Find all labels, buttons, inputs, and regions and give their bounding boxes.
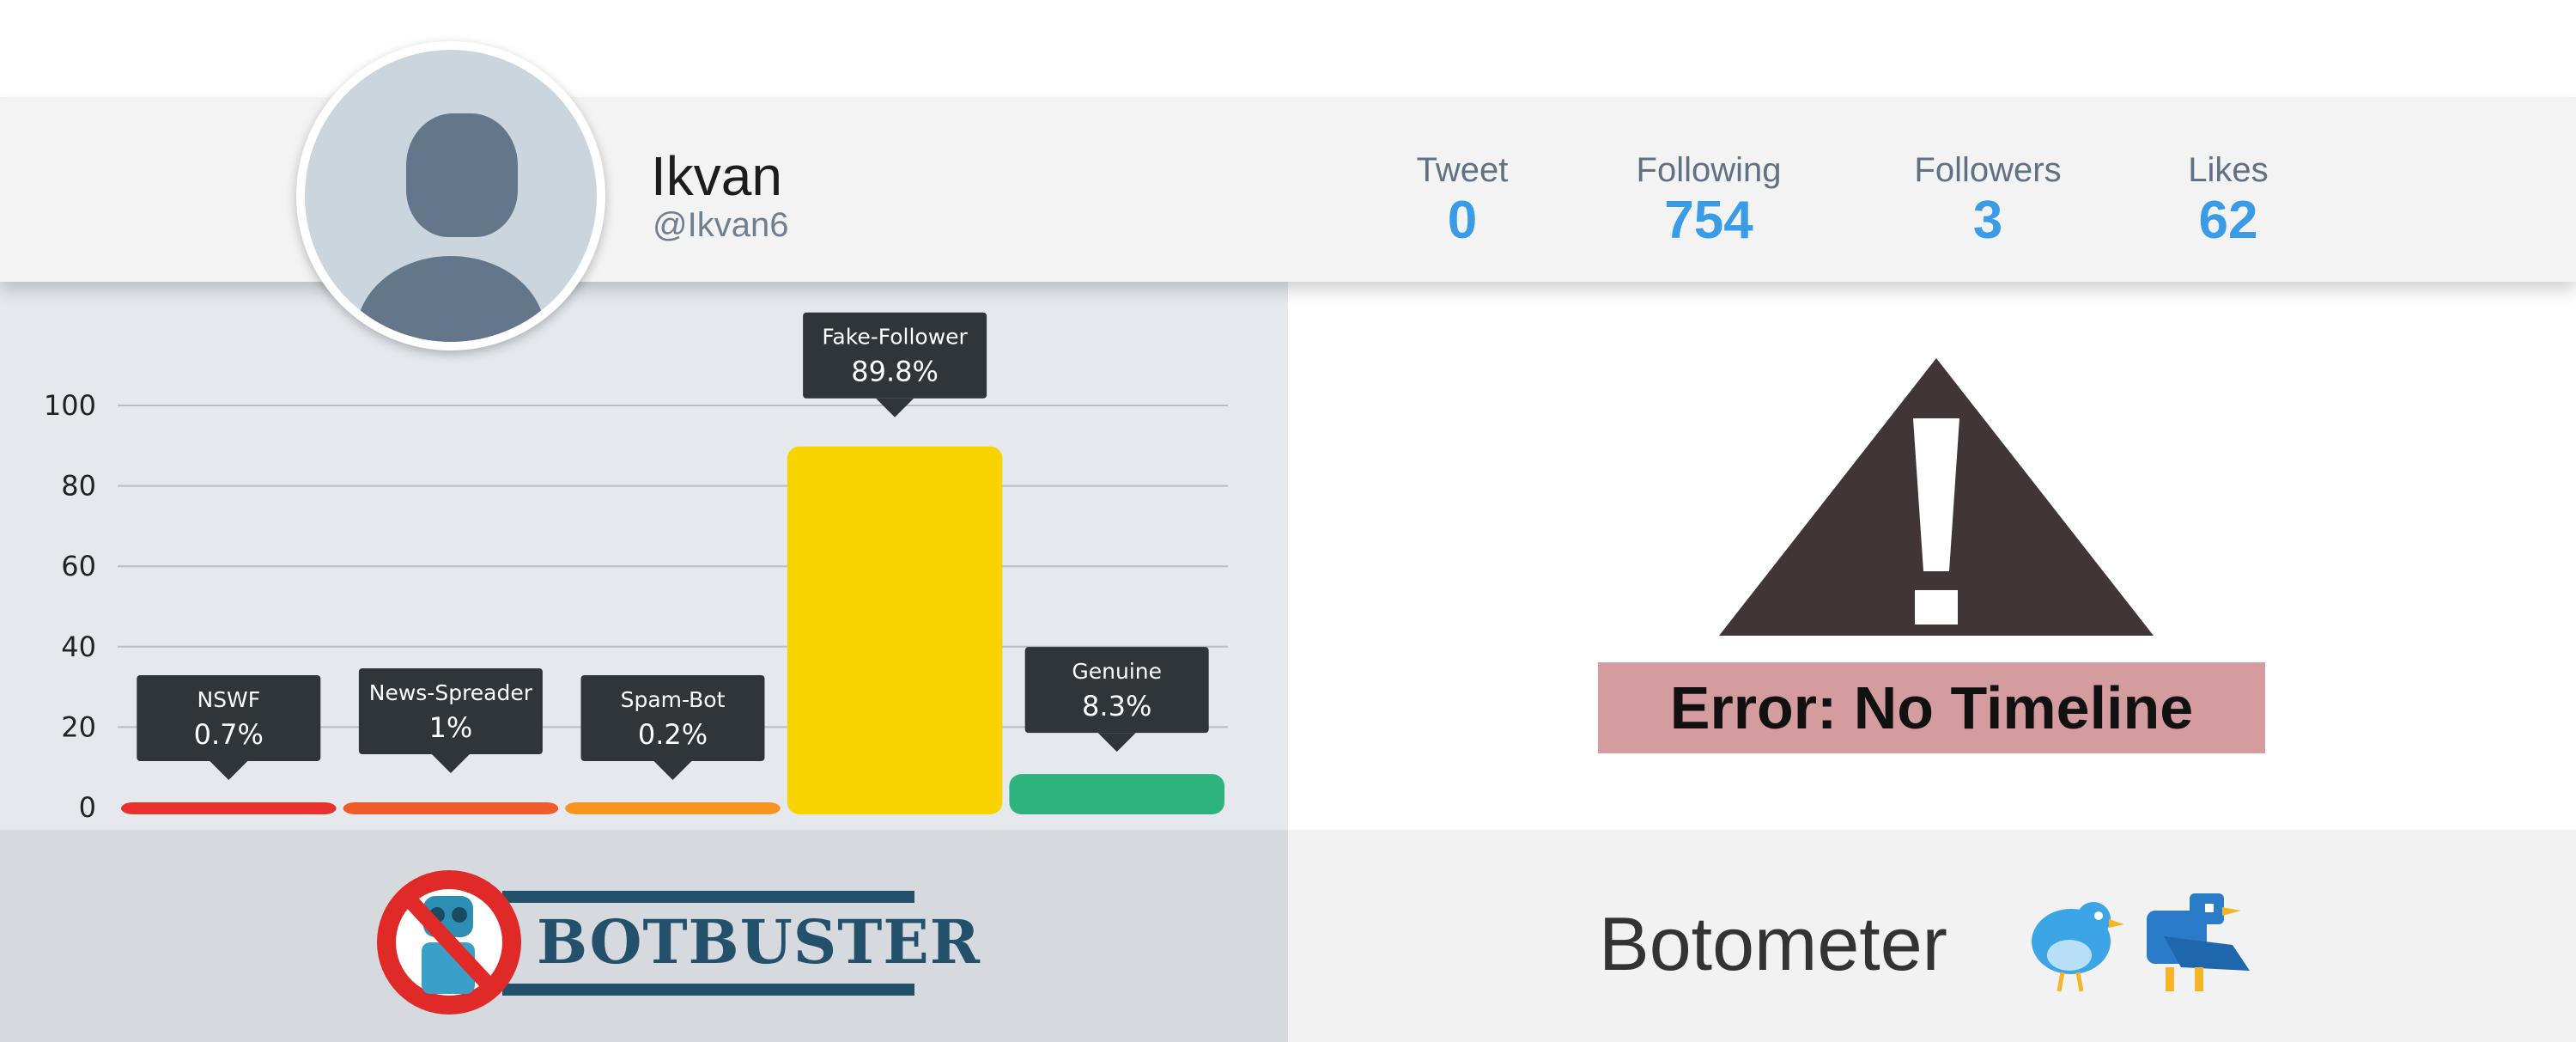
- tooltip-pointer: [876, 398, 914, 417]
- stat-label: Followers: [1914, 151, 2062, 189]
- display-name: Ikvan: [651, 145, 782, 207]
- chart-panel: 0 20 40 60 80 100 NSWF 0.7% News-Spreader 1% Spam-…: [0, 282, 1288, 830]
- stat-value: 754: [1664, 191, 1753, 250]
- avatar[interactable]: [296, 41, 605, 350]
- y-tick-label: 100: [44, 389, 96, 422]
- data-tooltip: Spam-Bot 0.2%: [580, 675, 765, 780]
- twitter-birds-icon: [2032, 893, 2250, 992]
- bar: [121, 802, 337, 814]
- y-tick-label: 60: [61, 550, 96, 582]
- tooltip-value: 0.2%: [638, 718, 708, 751]
- tooltip-pointer: [1097, 733, 1136, 753]
- tooltip-pointer: [431, 754, 470, 773]
- stat-value: 3: [1972, 191, 2003, 250]
- stat-tweets[interactable]: Tweet 0: [1408, 148, 1516, 249]
- data-tooltip: Genuine 8.3%: [1024, 647, 1209, 753]
- tooltip-category: Spam-Bot: [621, 687, 726, 712]
- tooltip-pointer: [653, 761, 692, 780]
- tooltip-value: 89.8%: [851, 356, 939, 388]
- stat-label: Likes: [2188, 151, 2269, 189]
- data-tooltip: NSWF 0.7%: [137, 675, 321, 780]
- y-tick-label: 40: [61, 631, 96, 663]
- stat-value: 0: [1447, 191, 1478, 250]
- tooltip-value: 1%: [429, 711, 473, 744]
- tooltip-category: News-Spreader: [369, 680, 533, 705]
- bar-chart: 0 20 40 60 80 100 NSWF 0.7% News-Spreader 1% Spam-…: [44, 312, 1228, 824]
- stat-value: 62: [2198, 191, 2258, 250]
- stat-following[interactable]: Following 754: [1627, 148, 1790, 249]
- stat-followers[interactable]: Followers 3: [1906, 148, 2069, 249]
- tooltip-value: 8.3%: [1082, 690, 1151, 722]
- bar: [343, 802, 559, 814]
- y-tick-label: 0: [79, 791, 96, 824]
- stat-likes[interactable]: Likes 62: [2181, 148, 2275, 249]
- bar: [787, 446, 1003, 814]
- default-avatar-icon: [305, 50, 597, 342]
- bar: [1009, 774, 1224, 814]
- data-tooltip: Fake-Follower 89.8%: [803, 312, 987, 417]
- tooltip-value: 0.7%: [194, 718, 264, 751]
- y-tick-label: 80: [61, 470, 96, 503]
- warning-icon: [1719, 358, 2154, 636]
- error-message: Error: No Timeline: [1598, 662, 2265, 753]
- botometer-title: Botometer: [1599, 901, 1947, 986]
- botbuster-wordmark: BOTBUSTER: [537, 906, 981, 978]
- screen-name: @Ikvan6: [653, 206, 789, 244]
- stat-label: Following: [1636, 151, 1782, 189]
- stat-label: Tweet: [1416, 151, 1509, 189]
- data-tooltip: News-Spreader 1%: [358, 668, 543, 773]
- tooltip-category: Genuine: [1072, 659, 1162, 684]
- tooltip-category: Fake-Follower: [822, 325, 968, 350]
- tooltip-category: NSWF: [197, 687, 260, 712]
- bar: [565, 802, 781, 814]
- y-tick-label: 20: [61, 710, 96, 743]
- tooltip-pointer: [210, 761, 248, 780]
